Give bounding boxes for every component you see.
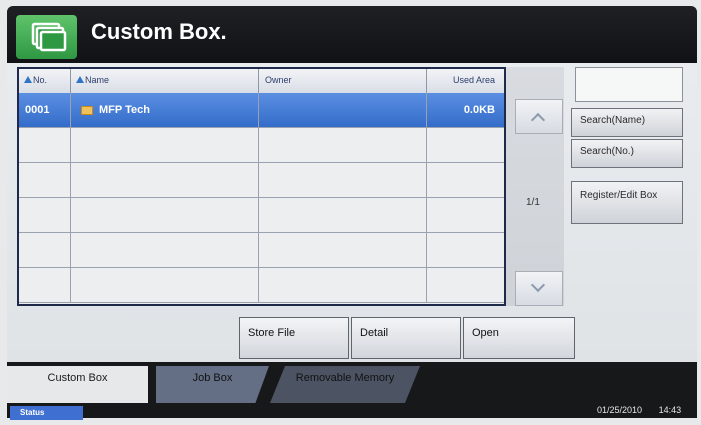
cell-no [19,198,71,232]
cell-no [19,163,71,197]
detail-button[interactable]: Detail [351,317,461,359]
store-file-button[interactable]: Store File [239,317,349,359]
time-text: 14:43 [658,405,682,415]
table-row[interactable] [19,198,504,233]
tab-removable-memory[interactable]: Removable Memory [270,366,420,403]
table-row[interactable] [19,233,504,268]
chevron-up-icon [530,112,546,128]
scroll-up-button[interactable] [515,99,563,134]
column-owner-header[interactable]: Owner [259,69,427,93]
table-body: 0001 MFP Tech 0.0KB [19,93,504,304]
cell-used-area [427,128,501,162]
box-table: No. Name Owner Used Area 0001 MFP Tech 0… [17,67,506,306]
cell-used-area: 0.0KB [463,104,495,116]
chevron-down-icon [530,277,546,293]
search-input[interactable] [575,67,683,102]
cell-name [71,128,259,162]
table-row[interactable] [19,268,504,303]
cell-owner [259,163,427,197]
date-text: 01/25/2010 [597,405,643,415]
cell-no [19,233,71,267]
scroll-down-button[interactable] [515,271,563,306]
sort-ascending-icon [76,76,84,83]
sort-ascending-icon [24,76,32,83]
search-name-button[interactable]: Search(Name) [571,108,683,137]
cell-owner [259,268,427,302]
search-no-button[interactable]: Search(No.) [571,139,683,168]
column-used-area-header[interactable]: Used Area [427,69,501,93]
cell-used-area [427,163,501,197]
cell-name: MFP Tech [71,93,259,127]
box-folders-icon [16,15,77,59]
cell-no: 0001 [19,93,71,127]
folder-icon [81,105,93,115]
column-name-header[interactable]: Name [71,69,259,93]
cell-owner [259,93,427,127]
cell-owner [259,198,427,232]
cell-name [71,198,259,232]
cell-name [71,268,259,302]
header-bar: Custom Box. [7,6,697,63]
status-button[interactable]: Status [10,406,83,420]
table-row[interactable] [19,163,504,198]
cell-no [19,268,71,302]
cell-used-area [427,198,501,232]
cell-owner [259,128,427,162]
page-title: Custom Box. [91,19,227,44]
page-indicator: 1/1 [526,197,540,208]
cell-name [71,233,259,267]
cell-used-area [427,268,501,302]
cell-owner [259,233,427,267]
column-no-header[interactable]: No. [19,69,71,93]
tab-custom-box[interactable]: Custom Box [7,366,148,403]
datetime-display: 01/25/2010 14:43 [597,405,681,415]
table-row[interactable] [19,128,504,163]
open-button[interactable]: Open [463,317,575,359]
cell-name [71,163,259,197]
table-header: No. Name Owner Used Area [19,69,504,94]
cell-no [19,128,71,162]
register-edit-box-button[interactable]: Register/Edit Box [571,181,683,224]
table-row-selected[interactable]: 0001 MFP Tech 0.0KB [19,93,504,128]
tab-job-box[interactable]: Job Box [156,366,269,403]
cell-used-area [427,233,501,267]
